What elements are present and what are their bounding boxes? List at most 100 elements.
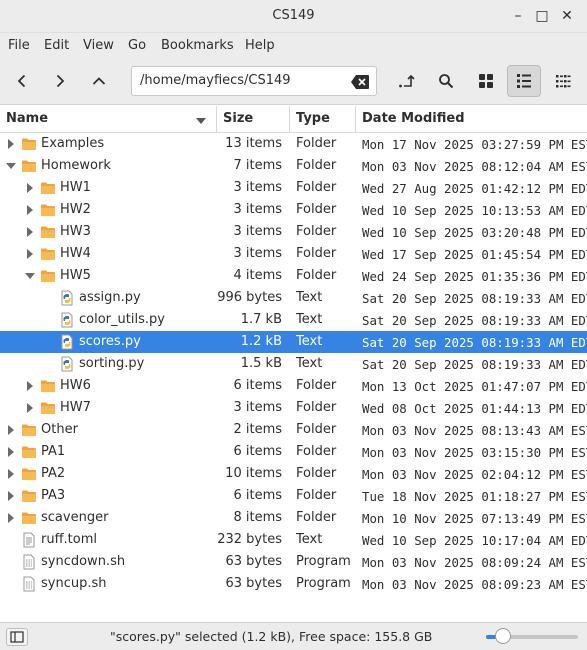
maximize-button[interactable]: □ [532,6,552,26]
python-file-icon [59,290,75,306]
expander-closed-icon[interactable] [8,447,14,457]
file-size: 1.2 kB [240,334,282,349]
table-row[interactable]: HW1 3 items Folder Wed 27 Aug 2025 01:42:12… [0,177,587,199]
table-row[interactable]: HW5 4 items Folder Wed 24 Sep 2025 01:35:36… [0,265,587,287]
menu-help[interactable]: Help [245,38,275,53]
column-size-label: Size [223,111,254,126]
table-row[interactable]: color_utils.py 1.7 kB Text Sat 20 Sep 2025 … [0,309,587,331]
forward-button[interactable] [43,65,77,97]
back-button[interactable] [5,65,39,97]
file-date-modified: Wed 27 Aug 2025 01:42:12 PM EDT [362,181,587,196]
expander-closed-icon[interactable] [8,425,14,435]
icon-view-button[interactable] [469,65,503,97]
file-date-modified: Wed 10 Sep 2025 10:17:04 AM EDT [362,533,587,548]
expander-open-icon[interactable] [6,163,16,169]
file-date-modified: Mon 03 Nov 2025 08:09:24 AM EST [362,555,587,570]
python-file-icon [59,334,75,350]
expander-closed-icon[interactable] [8,469,14,479]
folder-icon [21,158,37,174]
table-row[interactable]: sorting.py 1.5 kB Text Sat 20 Sep 2025 08:1… [0,353,587,375]
table-row[interactable]: HW3 3 items Folder Wed 10 Sep 2025 03:20:48… [0,221,587,243]
expander-closed-icon[interactable] [27,381,33,391]
search-button[interactable] [429,65,463,97]
table-row[interactable]: ruff.toml 232 bytes Text Wed 10 Sep 2025 10… [0,529,587,551]
menu-view[interactable]: View [83,38,114,53]
menu-bookmarks[interactable]: Bookmarks [161,38,234,53]
table-row[interactable]: PA2 10 items Folder Mon 03 Nov 2025 02:04:1… [0,463,587,485]
list-view-icon [517,74,531,88]
search-icon [439,74,454,89]
file-name: HW5 [60,268,91,283]
file-size: 8 items [233,510,282,525]
close-button[interactable]: ✕ [557,6,577,26]
expander-closed-icon[interactable] [27,403,33,413]
menu-go[interactable]: Go [128,38,146,53]
file-size: 3 items [233,202,282,217]
column-size[interactable]: Size [216,106,290,133]
python-file-icon [59,356,75,372]
compact-view-button[interactable] [546,65,580,97]
file-name: PA1 [41,444,66,459]
column-type[interactable]: Type [289,106,356,133]
column-date-label: Date Modified [362,111,465,126]
file-date-modified: Mon 03 Nov 2025 08:09:23 AM EST [362,577,587,592]
file-size: 1.7 kB [240,312,282,327]
expander-closed-icon[interactable] [27,183,33,193]
location-bar[interactable] [131,66,377,96]
expander-closed-icon[interactable] [8,139,14,149]
table-row[interactable]: HW6 6 items Folder Mon 13 Oct 2025 01:47:07… [0,375,587,397]
clear-icon[interactable] [351,75,369,89]
table-row[interactable]: HW4 3 items Folder Wed 17 Sep 2025 01:45:54… [0,243,587,265]
file-type: Folder [296,158,337,173]
file-size: 3 items [233,246,282,261]
table-row[interactable]: scavenger 8 items Folder Mon 10 Nov 2025 07… [0,507,587,529]
file-date-modified: Wed 17 Sep 2025 01:45:54 PM EDT [362,247,587,262]
minimize-button[interactable]: – [508,6,528,26]
location-input[interactable] [140,73,345,88]
menu-edit[interactable]: Edit [44,38,69,53]
file-type: Folder [296,268,337,283]
sidebar-toggle-button[interactable] [6,628,28,646]
up-button[interactable] [82,65,116,97]
table-row[interactable]: HW2 3 items Folder Wed 10 Sep 2025 10:13:53… [0,199,587,221]
table-row[interactable]: syncup.sh 63 bytes Program Mon 03 Nov 2025 … [0,573,587,595]
file-type: Folder [296,246,337,261]
expander-closed-icon[interactable] [27,227,33,237]
table-row[interactable]: Examples 13 items Folder Mon 17 Nov 2025 03… [0,133,587,155]
table-row[interactable]: Homework 7 items Folder Mon 03 Nov 2025 08:… [0,155,587,177]
zoom-slider-handle[interactable] [495,628,511,644]
expander-open-icon[interactable] [25,273,35,279]
file-name: syncdown.sh [41,554,126,569]
file-name: HW4 [60,246,91,261]
minimize-icon: – [514,8,522,24]
file-date-modified: Mon 13 Oct 2025 01:47:07 PM EDT [362,379,587,394]
table-row[interactable]: scores.py 1.2 kB Text Sat 20 Sep 2025 08:19… [0,331,587,353]
file-type: Text [296,290,323,305]
icon-view-icon [479,74,493,88]
file-name: syncup.sh [41,576,107,591]
column-name-label: Name [6,111,49,126]
expander-closed-icon[interactable] [27,205,33,215]
list-view-button[interactable] [507,65,541,97]
table-row[interactable]: Other 2 items Folder Mon 03 Nov 2025 08:13:… [0,419,587,441]
toggle-location-icon [399,74,415,88]
folder-icon [40,202,56,218]
column-name[interactable]: Name [0,106,216,133]
table-row[interactable]: HW7 3 items Folder Wed 08 Oct 2025 01:44:13… [0,397,587,419]
toggle-location-button[interactable] [390,65,424,97]
up-icon [92,77,106,85]
file-date-modified: Sat 20 Sep 2025 08:19:33 AM EDT [362,357,587,372]
table-row[interactable]: PA1 6 items Folder Mon 03 Nov 2025 03:15:30… [0,441,587,463]
file-name: PA3 [41,488,66,503]
table-row[interactable]: assign.py 996 bytes Text Sat 20 Sep 2025 08… [0,287,587,309]
expander-closed-icon[interactable] [8,513,14,523]
menu-file[interactable]: File [8,38,30,53]
text-file-icon [21,532,37,548]
forward-icon [56,74,65,88]
expander-closed-icon[interactable] [8,491,14,501]
column-date-modified[interactable]: Date Modified [355,106,587,133]
file-size: 6 items [233,378,282,393]
table-row[interactable]: PA3 6 items Folder Tue 18 Nov 2025 01:18:27… [0,485,587,507]
table-row[interactable]: syncdown.sh 63 bytes Program Mon 03 Nov 202… [0,551,587,573]
expander-closed-icon[interactable] [27,249,33,259]
